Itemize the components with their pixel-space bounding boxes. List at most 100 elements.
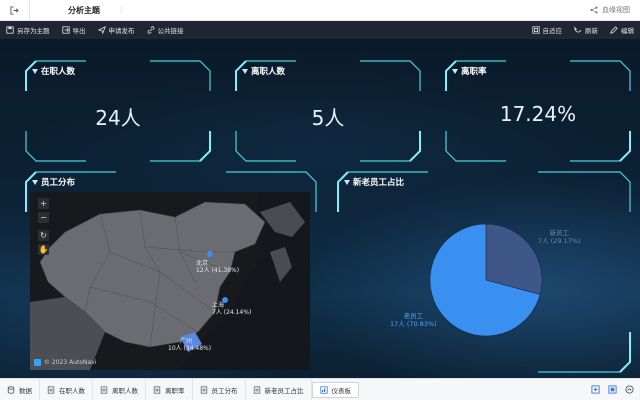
kpi-title-text: 离职人数 <box>251 67 286 77</box>
beijing-marker[interactable] <box>207 251 213 257</box>
tab-doc-4[interactable]: 员工分布 <box>193 378 246 400</box>
amap-logo-icon <box>34 359 41 366</box>
tab-label: 仪表板 <box>331 386 352 395</box>
add-sheet-icon[interactable] <box>591 385 600 394</box>
database-icon <box>7 385 15 394</box>
send-icon <box>97 26 106 34</box>
export-button[interactable]: 导出 <box>56 21 92 39</box>
kpi-card-turnover-rate[interactable]: 离职率 17.24% <box>445 60 631 162</box>
doc-icon <box>200 385 207 394</box>
doc-icon <box>253 385 260 394</box>
export-label: 导出 <box>72 27 86 35</box>
share-graph-icon <box>590 6 598 14</box>
region-name: 广州 <box>180 338 193 345</box>
region-name: 北京 <box>196 260 209 267</box>
region-name: 上海 <box>212 302 225 309</box>
kpi-card-active-employees[interactable]: 在职人数 24人 <box>25 60 211 162</box>
tab-label: 在职人数 <box>59 386 85 395</box>
kpi-title: 在职人数 <box>32 65 75 77</box>
tab-doc-5[interactable]: 新老员工占比 <box>246 378 312 400</box>
slice-value: 7人 (29.17%) <box>538 236 581 245</box>
guangzhou-label: 广州 10人 (34.48%) <box>168 338 211 352</box>
public-link-button[interactable]: 公共链接 <box>141 21 190 39</box>
pie-card-title: 新老员工占比 <box>344 176 404 188</box>
tab-label: 数据 <box>19 386 32 395</box>
exit-icon <box>10 5 19 15</box>
hierarchy-view-label: 血缘视图 <box>602 6 630 14</box>
pie-label-new: 新员工 7人 (29.17%) <box>538 229 581 245</box>
map-copyright: © 2023 AutoNavi <box>34 359 96 366</box>
dashboard-canvas: 在职人数 24人 离职人数 5人 离职率 17.24% 员工分布 + − ↻ ✋… <box>0 39 640 378</box>
tab-label: 离职率 <box>165 386 185 395</box>
refresh-icon <box>574 26 582 33</box>
tab-label: 新老员工占比 <box>264 386 304 395</box>
pan-hand-icon[interactable]: ✋ <box>38 244 49 255</box>
tab-doc-3[interactable]: 离职率 <box>146 378 193 400</box>
public-link-label: 公共链接 <box>157 27 184 35</box>
hierarchy-view-button[interactable]: 血缘视图 <box>590 5 630 15</box>
map-card-title: 员工分布 <box>32 176 75 188</box>
save-as-theme-label: 另存为主题 <box>17 27 50 35</box>
kpi-value: 17.24% <box>499 102 577 126</box>
kpi-card-departed-employees[interactable]: 离职人数 5人 <box>235 60 421 162</box>
link-icon <box>147 26 154 34</box>
tab-dashboard-6[interactable]: 仪表板 <box>311 381 359 398</box>
card-frame <box>337 171 631 373</box>
tab-doc-1[interactable]: 在职人数 <box>40 378 93 400</box>
map-card-title-text: 员工分布 <box>41 178 76 188</box>
region-value: 7人 (24.14%) <box>212 309 252 316</box>
save-icon <box>6 26 14 34</box>
add-dashboard-icon[interactable] <box>608 385 617 394</box>
caret-down-icon <box>32 179 38 185</box>
region-value: 10人 (34.48%) <box>168 345 212 352</box>
kpi-title-text: 在职人数 <box>41 67 76 77</box>
more-menu-icon[interactable]: ⁝ <box>120 6 123 15</box>
adaptive-label: 自适应 <box>542 27 563 35</box>
pie-card-title-text: 新老员工占比 <box>353 178 405 188</box>
reset-rotation-icon[interactable]: ↻ <box>38 230 49 241</box>
tab-label: 员工分布 <box>211 386 238 395</box>
kpi-title: 离职率 <box>452 65 487 77</box>
new-old-ratio-card[interactable]: 新老员工占比 <box>337 171 631 373</box>
refresh-label: 刷新 <box>585 27 598 35</box>
zoom-out-button[interactable]: − <box>38 212 49 223</box>
tab-database-0[interactable]: 数据 <box>0 378 40 400</box>
edit-label: 编辑 <box>621 27 634 35</box>
pie-label-old: 老员工 17人 (70.83%) <box>390 312 437 328</box>
doc-icon <box>100 385 108 394</box>
edit-button[interactable]: 编辑 <box>604 21 640 39</box>
collapse-up-icon[interactable] <box>625 385 634 394</box>
top-bar: 分析主题 ⁝ 血缘视图 <box>0 0 640 21</box>
kpi-title: 离职人数 <box>242 65 285 77</box>
tab-actions <box>591 385 640 394</box>
save-as-theme-button[interactable]: 另存为主题 <box>0 21 56 39</box>
caret-down-icon <box>344 179 350 185</box>
copyright-text: © 2023 AutoNavi <box>44 359 97 366</box>
doc-icon <box>47 385 55 394</box>
shanghai-label: 上海 7人 (24.14%) <box>212 302 251 316</box>
adaptive-button[interactable]: 自适应 <box>526 21 569 39</box>
dashboard-toolbar: 另存为主题 导出 申请发布 公共链接 自适应 刷新 编辑 <box>0 21 640 39</box>
tab-label: 离职人数 <box>112 386 138 395</box>
beijing-label: 北京 12人 (41.38%) <box>196 260 239 274</box>
pencil-icon <box>610 26 618 34</box>
page-title: 分析主题 <box>68 5 100 15</box>
caret-down-icon <box>242 68 248 74</box>
china-map[interactable]: + − ↻ ✋ 北京 12人 (41.38%) 上海 7人 (24.14%) 广… <box>30 192 310 370</box>
zoom-in-button[interactable]: + <box>38 198 49 209</box>
sheet-tabs-bar: 数据 在职人数 离职人数 离职率 员工分布 新老员工占比 仪表板 <box>0 378 640 400</box>
refresh-button[interactable]: 刷新 <box>568 21 604 39</box>
tab-doc-2[interactable]: 离职人数 <box>93 378 146 400</box>
kpi-title-text: 离职率 <box>461 67 487 77</box>
kpi-value: 5人 <box>311 106 345 130</box>
dashboard-icon <box>319 385 328 394</box>
exit-button[interactable] <box>0 0 30 21</box>
caret-down-icon <box>452 68 458 74</box>
caret-down-icon <box>32 68 38 74</box>
fit-screen-icon <box>531 26 540 34</box>
region-value: 12人 (41.38%) <box>196 267 240 274</box>
export-icon <box>61 26 70 34</box>
apply-publish-label: 申请发布 <box>108 27 135 35</box>
apply-publish-button[interactable]: 申请发布 <box>92 21 141 39</box>
doc-icon <box>153 385 161 394</box>
